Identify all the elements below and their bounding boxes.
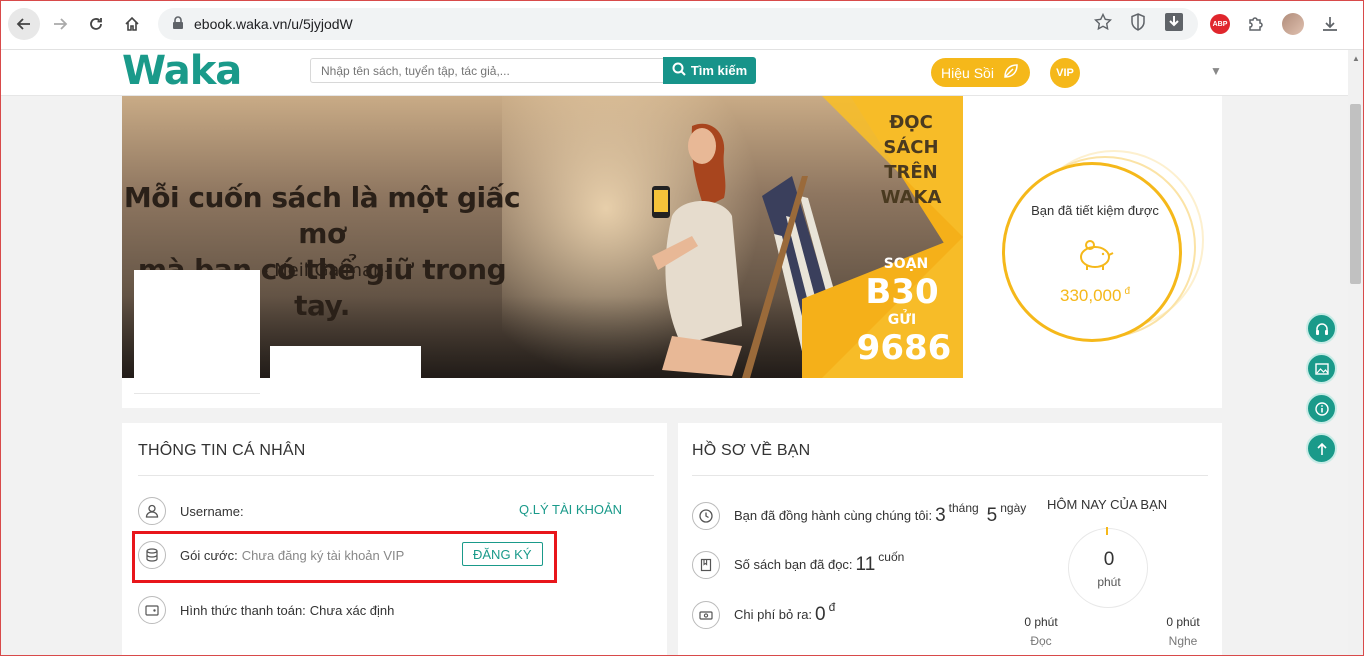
site-header: Waka Tìm kiếm Hiệu Sồi VIP ▼ <box>0 50 1348 96</box>
savings-label: Bạn đã tiết kiệm được <box>1031 203 1159 218</box>
forward-arrow-icon[interactable] <box>44 8 76 40</box>
username-label: Username: <box>180 503 244 519</box>
duration-label: Bạn đã đồng hành cùng chúng tôi: <box>734 508 933 523</box>
image-icon[interactable] <box>1306 353 1337 384</box>
promo-line-1: ĐỌC SÁCH <box>883 112 939 158</box>
promo-number: 9686 <box>856 328 952 368</box>
books-unit: cuốn <box>878 550 905 564</box>
star-icon[interactable] <box>1093 12 1113 36</box>
payment-label: Hình thức thanh toán: <box>180 602 306 618</box>
books-label: Số sách bạn đã đọc: <box>734 557 853 572</box>
promo-soan: SOẠN <box>883 256 929 272</box>
cost-value: 0 <box>815 604 826 625</box>
piggy-bank-icon <box>1075 235 1115 275</box>
books-read-row: Số sách bạn đã đọc: 11 cuốn <box>692 550 904 579</box>
payment-row: Hình thức thanh toán: Chưa xác định <box>138 595 658 625</box>
puzzle-extensions-icon[interactable] <box>1244 12 1268 36</box>
waka-logo[interactable]: Waka <box>122 51 242 91</box>
savings-badge: Bạn đã tiết kiệm được 330,000 đ <box>1002 150 1204 342</box>
payment-value: Chưa xác định <box>309 602 395 618</box>
clock-icon <box>692 502 720 530</box>
leaf-icon <box>1002 62 1020 83</box>
promo-gui: GỬI <box>887 312 917 328</box>
book-icon <box>692 551 720 579</box>
membership-duration-row: Bạn đã đồng hành cùng chúng tôi: 3 tháng… <box>692 501 1026 530</box>
shield-icon[interactable] <box>1130 12 1146 36</box>
promo-line-3: WAKA <box>880 187 942 208</box>
savings-ring: Bạn đã tiết kiệm được 330,000 đ <box>1002 162 1182 342</box>
vip-badge[interactable]: VIP <box>1050 58 1080 88</box>
search-button[interactable]: Tìm kiếm <box>663 57 756 84</box>
promo-code: B30 <box>865 272 939 312</box>
quote-author: - Neil Gaiman- <box>262 260 391 281</box>
scroll-to-top-icon[interactable] <box>1306 433 1337 464</box>
user-avatar[interactable] <box>134 270 260 394</box>
browser-toolbar: ebook.waka.vn/u/5jyjodW ABP <box>0 0 1364 50</box>
profile-title: HỒ SƠ VỀ BẠN <box>692 442 811 459</box>
promo-line-2: TRÊN <box>884 162 938 183</box>
download-extension-icon[interactable] <box>1164 12 1184 37</box>
savings-amount: 330,000 <box>1059 286 1122 305</box>
listen-label: Nghe <box>1168 634 1198 648</box>
personal-info-title: THÔNG TIN CÁ NHÂN <box>138 442 306 459</box>
scroll-up-arrow-icon[interactable]: ▲ <box>1352 54 1360 63</box>
profile-banner-card: Mỗi cuốn sách là một giấc mơ mà bạn có t… <box>122 96 1222 408</box>
headphones-icon[interactable] <box>1306 313 1337 344</box>
days-unit: ngày <box>1000 501 1027 515</box>
reload-icon[interactable] <box>80 8 112 40</box>
money-icon <box>692 601 720 629</box>
divider <box>692 475 1208 476</box>
profile-card: HỒ SƠ VỀ BẠN Bạn đã đồng hành cùng chúng… <box>678 423 1222 656</box>
url-text[interactable]: ebook.waka.vn/u/5jyjodW <box>194 16 353 32</box>
chevron-down-icon[interactable]: ▼ <box>1210 64 1222 78</box>
read-minutes: 0 phút <box>1024 615 1058 629</box>
cost-unit: đ <box>828 600 836 614</box>
back-arrow-icon[interactable] <box>8 8 40 40</box>
wallet-icon <box>138 596 166 624</box>
listen-minutes: 0 phút <box>1166 615 1200 629</box>
promo-headline: ĐỌC SÁCH TRÊN WAKA <box>863 110 959 210</box>
lock-icon[interactable] <box>172 15 184 33</box>
read-label: Đọc <box>1030 634 1052 648</box>
bookstore-button[interactable]: Hiệu Sồi <box>931 58 1030 87</box>
days-value: 5 <box>986 505 998 526</box>
floating-actions <box>1306 313 1337 464</box>
downloads-icon[interactable] <box>1318 12 1342 36</box>
info-icon[interactable] <box>1306 393 1337 424</box>
manage-account-link[interactable]: Q.LÝ TÀI KHOẢN <box>519 502 622 517</box>
scroll-thumb[interactable] <box>1350 104 1361 284</box>
progress-tick <box>1106 527 1108 535</box>
cost-row: Chi phí bỏ ra: 0 đ <box>692 600 835 629</box>
user-display-name <box>270 346 421 378</box>
divider <box>138 475 654 476</box>
today-minutes: 0 <box>1103 549 1115 570</box>
search-input[interactable] <box>310 58 664 83</box>
bookstore-button-label: Hiệu Sồi <box>941 64 994 81</box>
search-button-label: Tìm kiếm <box>690 63 748 78</box>
highlight-box <box>132 531 557 583</box>
user-icon <box>138 497 166 525</box>
savings-unit: đ <box>1124 286 1130 297</box>
profile-avatar[interactable] <box>1282 13 1304 35</box>
home-icon[interactable] <box>116 8 148 40</box>
books-value: 11 <box>855 554 876 575</box>
months-value: 3 <box>935 505 946 526</box>
adblock-plus-icon[interactable]: ABP <box>1210 14 1230 34</box>
page-scrollbar[interactable]: ▲ <box>1348 50 1364 656</box>
months-unit: tháng <box>948 501 979 515</box>
today-unit: phút <box>1097 575 1121 589</box>
today-title: HÔM NAY CỦA BẠN <box>1047 497 1168 512</box>
address-bar[interactable]: ebook.waka.vn/u/5jyjodW <box>158 8 1198 40</box>
search-icon <box>672 62 686 79</box>
savings-value: 330,000 đ <box>1005 286 1185 306</box>
today-progress-circle: 0 phút <box>1068 528 1148 608</box>
quote-line-1: Mỗi cuốn sách là một giấc mơ <box>123 181 521 250</box>
cost-label: Chi phí bỏ ra: <box>734 607 813 622</box>
